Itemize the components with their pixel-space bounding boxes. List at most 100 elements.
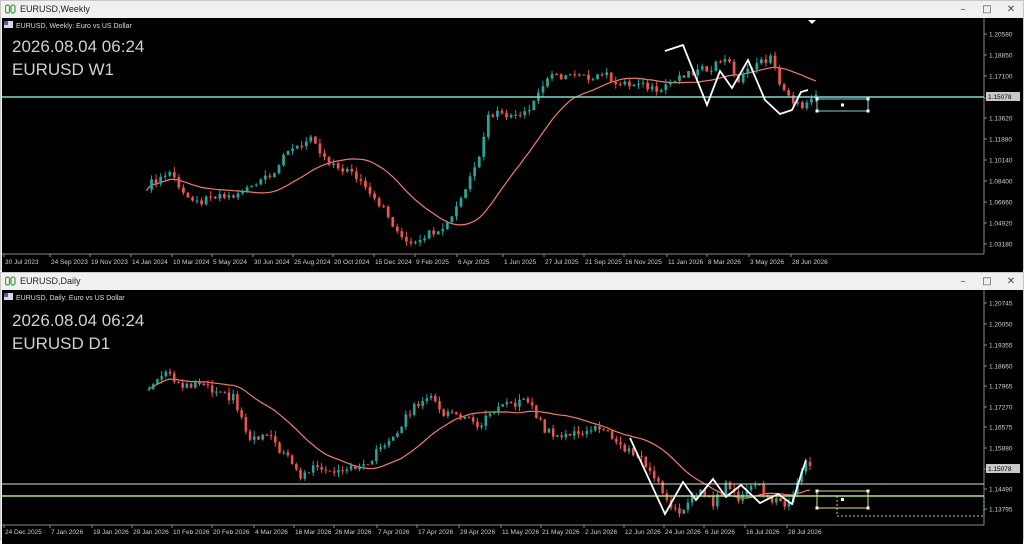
candle-body (463, 417, 467, 419)
candle-body (669, 82, 672, 85)
candle-body (404, 414, 408, 427)
box-handle[interactable] (841, 103, 844, 107)
candle-body (442, 409, 445, 416)
candle-body (600, 74, 604, 76)
candle-body (714, 61, 718, 71)
close-icon[interactable]: ✕ (999, 1, 1023, 18)
daily-chart[interactable]: EURUSD, Daily: Euro vs US Dollar 2026.08… (2, 290, 1023, 544)
candle-body (556, 435, 559, 437)
candle-body (594, 426, 597, 431)
candle-body (619, 442, 622, 445)
candle-body (796, 102, 800, 104)
candle-body (434, 395, 437, 402)
candle-body (418, 240, 422, 243)
candle-body (492, 411, 496, 414)
time-axis-label: 7 Apr 2026 (378, 529, 410, 536)
minimize-icon[interactable]: – (951, 1, 975, 18)
box-handle[interactable] (841, 498, 844, 501)
close-icon[interactable]: ✕ (999, 273, 1023, 290)
candle-body (473, 167, 477, 177)
candle-body (337, 470, 340, 473)
candle-body (805, 102, 809, 109)
chart-header: EURUSD, Weekly: Euro vs US Dollar (16, 23, 132, 30)
candle-body (627, 448, 631, 452)
candle-body (477, 156, 481, 168)
candle-body (546, 78, 549, 87)
time-axis-label: 6 Apr 2025 (458, 259, 490, 266)
candle-body (160, 376, 163, 380)
maximize-icon[interactable]: □ (975, 1, 999, 18)
minimize-icon[interactable]: – (951, 273, 975, 290)
candle-body (427, 230, 431, 239)
candle-body (657, 478, 660, 482)
candle-body (518, 114, 522, 116)
time-axis-label: 11 May 2026 (502, 529, 539, 536)
box-handle[interactable] (866, 506, 870, 510)
candle-body (598, 426, 601, 430)
candle-body (723, 59, 727, 62)
candle-body (304, 141, 308, 147)
candle-body (164, 371, 168, 377)
candle-body (206, 384, 210, 386)
price-axis-label: 1.03180 (989, 242, 1013, 249)
time-axis-label: 24 Jun 2026 (665, 529, 701, 536)
box-handle[interactable] (815, 506, 819, 510)
candle-body (327, 157, 331, 165)
box-handle[interactable] (815, 97, 819, 101)
symbol-timeframe-label: EURUSD D1 (12, 334, 110, 353)
candle-body (783, 501, 787, 507)
title-bar[interactable]: EURUSD,Daily – □ ✕ (1, 273, 1023, 290)
candle-body (370, 461, 374, 465)
time-axis-label: 8 Mar 2026 (708, 259, 741, 266)
candle-body (150, 179, 153, 190)
candle-body (541, 86, 545, 93)
price-axis-label: 1.14490 (989, 487, 1013, 494)
candle-body (213, 196, 217, 199)
box-handle[interactable] (866, 489, 870, 493)
candle-body (328, 470, 332, 472)
candle-body (391, 217, 395, 227)
candle-body (678, 75, 681, 81)
box-handle[interactable] (866, 97, 870, 101)
candle-body (154, 179, 158, 184)
candle-body (640, 456, 643, 458)
candle-body (514, 114, 517, 116)
candle-body (641, 82, 645, 84)
candle-body (386, 206, 390, 218)
box-handle[interactable] (815, 109, 819, 113)
candle-body (409, 241, 413, 244)
maximize-icon[interactable]: □ (975, 273, 999, 290)
candle-body (359, 179, 363, 181)
candle-body (414, 242, 417, 244)
time-axis-label: 4 Mar 2026 (255, 529, 288, 536)
candle-body (277, 165, 281, 174)
candle-body (589, 430, 593, 432)
candle-body (219, 391, 222, 393)
time-axis-label: 15 Dec 2024 (375, 259, 412, 266)
candle-body (316, 465, 319, 468)
box-handle[interactable] (815, 489, 819, 493)
time-axis-label: 25 Aug 2024 (294, 259, 331, 266)
candle-body (577, 74, 581, 76)
weekly-chart[interactable]: EURUSD, Weekly: Euro vs US Dollar 2026.0… (2, 18, 1023, 274)
candle-body (464, 189, 467, 199)
candle-body (168, 172, 172, 176)
candle-body (754, 485, 757, 487)
candle-body (261, 434, 264, 440)
time-axis-label: 3 May 2026 (750, 259, 784, 266)
candle-body (145, 189, 149, 191)
candle-body (156, 379, 159, 385)
time-axis-label: 28 Jun 2026 (792, 259, 828, 266)
candle-body (382, 206, 386, 208)
price-axis-label: 1.06660 (989, 200, 1013, 207)
box-handle[interactable] (866, 109, 870, 113)
candle-body (282, 154, 285, 166)
candle-body (412, 403, 416, 415)
candle-body (336, 163, 340, 169)
candle-body (241, 191, 244, 194)
candle-body (332, 471, 336, 473)
title-bar[interactable]: EURUSD,Weekly – □ ✕ (1, 1, 1023, 18)
candle-body (609, 72, 613, 83)
candle-body (509, 402, 513, 404)
time-axis-label: 17 Apr 2026 (418, 529, 453, 536)
